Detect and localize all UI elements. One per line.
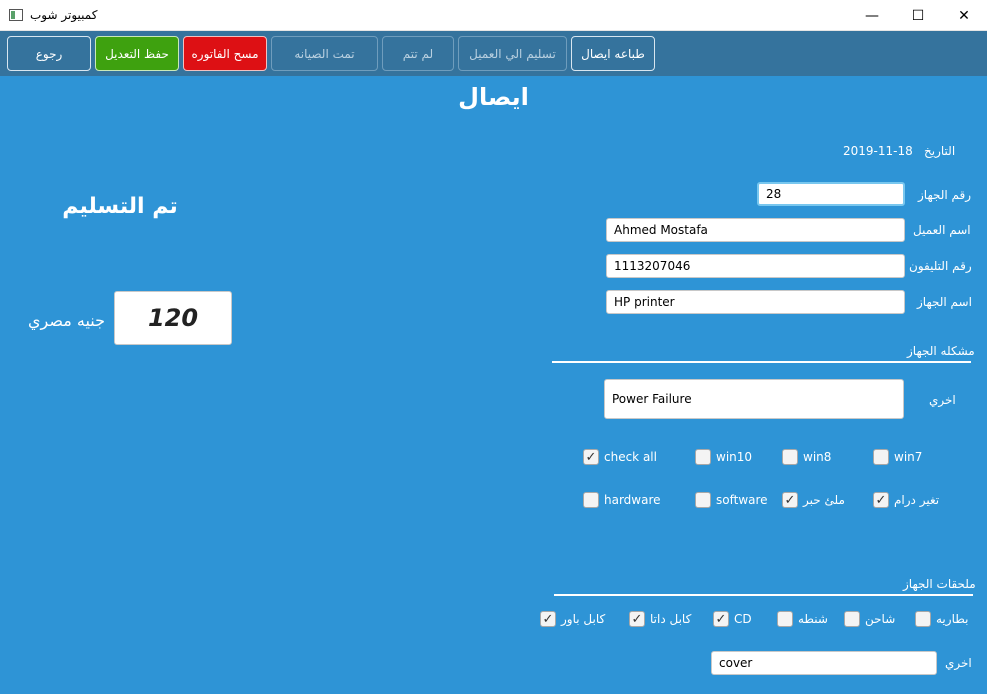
client-name-label: اسم العميل [913,223,971,237]
window-title: كمبيوتر شوب [30,8,98,22]
hardware-checkbox[interactable] [583,492,599,508]
date-value: 2019-11-18 [843,144,913,158]
device-number-field[interactable]: 28 [757,182,905,206]
win7-checkbox[interactable] [873,449,889,465]
cd-checkbox[interactable]: ✓ [713,611,729,627]
software-checkbox[interactable] [695,492,711,508]
receipt-panel: ايصال التاريخ 2019-11-18 تم التسليم جنيه… [0,76,987,694]
back-button[interactable]: رجوع [7,36,91,71]
title-bar: كمبيوتر شوب — ☐ ✕ [0,0,987,31]
deliver-to-client-button[interactable]: تسليم الي العميل [458,36,567,71]
save-edit-button[interactable]: حفظ التعديل [95,36,179,71]
page-title: ايصال [458,83,529,111]
win8-label: win8 [803,450,832,464]
app-icon [9,9,23,21]
problem-other-label: اخري [929,393,956,407]
price-field[interactable]: 120 [114,291,232,345]
delete-invoice-button[interactable]: مسح الفاتوره [183,36,267,71]
check-icon: ✓ [715,611,727,627]
win7-label: win7 [894,450,923,464]
charger-checkbox[interactable] [844,611,860,627]
refill-ink-label: ملئ حبر [803,493,845,507]
maintenance-done-button[interactable]: تمت الصيانه [271,36,378,71]
change-drum-checkbox[interactable]: ✓ [873,492,889,508]
refill-ink-checkbox[interactable]: ✓ [782,492,798,508]
bag-label: شنطه [798,612,828,626]
check-icon: ✓ [585,449,597,465]
win10-label: win10 [716,450,753,464]
problem-other-field[interactable]: Power Failure [604,379,904,419]
print-receipt-button[interactable]: طباعه ايصال [571,36,655,71]
change-drum-label: تغير درام [894,493,940,507]
data-cable-label: كابل داتا [650,612,692,626]
accessories-label: ملحقات الجهاز [903,577,976,591]
check-icon: ✓ [631,611,643,627]
check-all-label: check all [604,450,657,464]
software-label: software [716,493,768,507]
device-name-label: اسم الجهاز [917,295,972,309]
not-done-button[interactable]: لم تتم [382,36,454,71]
power-cable-checkbox[interactable]: ✓ [540,611,556,627]
win8-checkbox[interactable] [782,449,798,465]
maximize-button[interactable]: ☐ [895,0,941,31]
phone-field[interactable]: 1113207046 [606,254,905,278]
device-number-label: رقم الجهاز [918,188,972,202]
check-all-checkbox[interactable]: ✓ [583,449,599,465]
close-button[interactable]: ✕ [941,0,987,31]
client-name-field[interactable]: Ahmed Mostafa [606,218,905,242]
check-icon: ✓ [784,492,796,508]
charger-label: شاحن [865,612,896,626]
toolbar: رجوع حفظ التعديل مسح الفاتوره تمت الصيان… [0,31,987,76]
device-name-field[interactable]: HP printer [606,290,905,314]
data-cable-checkbox[interactable]: ✓ [629,611,645,627]
date-label: التاريخ [924,144,956,158]
divider [552,361,971,363]
minimize-button[interactable]: — [849,0,895,31]
currency-label: جنيه مصري [28,311,106,330]
power-cable-label: كابل باور [561,612,606,626]
battery-checkbox[interactable] [915,611,931,627]
hardware-label: hardware [604,493,661,507]
divider [554,594,973,596]
cd-label: CD [734,612,752,626]
win10-checkbox[interactable] [695,449,711,465]
phone-label: رقم التليفون [909,259,972,273]
check-icon: ✓ [875,492,887,508]
battery-label: بطاريه [936,612,969,626]
delivery-status: تم التسليم [62,194,178,219]
device-problem-label: مشكله الجهاز [907,344,975,358]
check-icon: ✓ [542,611,554,627]
accessories-other-label: اخري [945,656,972,670]
accessories-other-field[interactable]: cover [711,651,937,675]
bag-checkbox[interactable] [777,611,793,627]
